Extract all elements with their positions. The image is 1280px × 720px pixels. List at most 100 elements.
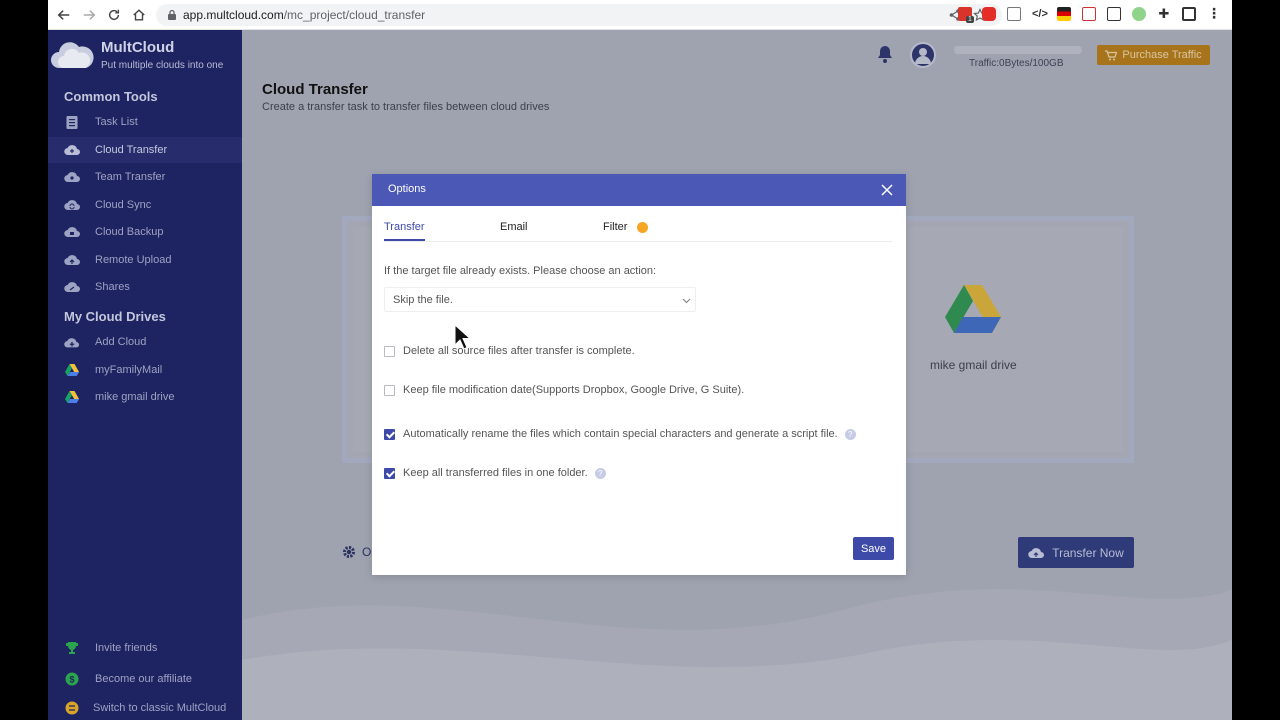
multcloud-logo-icon <box>51 42 94 68</box>
sidebar-item-cloud-transfer[interactable]: Cloud Transfer <box>48 137 242 163</box>
option-auto-rename[interactable]: Automatically rename the files which con… <box>384 428 856 440</box>
brand-logo[interactable]: MultCloud Put multiple clouds into one <box>48 36 242 76</box>
add-cloud-icon <box>64 334 80 350</box>
address-bar[interactable]: app.multcloud.com/mc_project/cloud_trans… <box>156 4 1002 26</box>
help-icon[interactable]: ? <box>594 467 606 479</box>
tab-email[interactable]: Email <box>500 221 528 233</box>
browser-menu-icon[interactable]: ⋮ <box>1207 6 1221 21</box>
sidebar-item-affiliate[interactable]: $ Become our affiliate <box>48 666 242 692</box>
checkbox[interactable] <box>384 384 395 396</box>
target-drive-name[interactable]: mike gmail drive <box>930 358 1017 372</box>
purchase-traffic-button[interactable]: Purchase Traffic <box>1097 45 1210 65</box>
gear-icon <box>343 546 355 558</box>
user-avatar[interactable] <box>910 42 936 68</box>
home-icon[interactable] <box>129 5 149 25</box>
sidebar-item-switch-classic[interactable]: Switch to classic MultCloud <box>48 695 242 720</box>
google-drive-icon <box>64 362 80 378</box>
reload-icon[interactable] <box>104 5 124 25</box>
sidebar-item-label: Remote Upload <box>95 254 172 266</box>
close-icon[interactable] <box>880 183 894 197</box>
page-title: Cloud Transfer <box>262 81 368 98</box>
sidebar-item-myfamilymail[interactable]: myFamilyMail <box>48 357 242 383</box>
dialog-header: Options <box>372 174 906 206</box>
cart-icon <box>1105 49 1118 60</box>
cloud-transfer-icon <box>64 142 80 158</box>
shares-icon <box>64 279 80 295</box>
sidebar-item-team-transfer[interactable]: Team Transfer <box>48 164 242 190</box>
purchase-traffic-label: Purchase Traffic <box>1122 49 1202 61</box>
browser-toolbar: app.multcloud.com/mc_project/cloud_trans… <box>48 0 1232 30</box>
dollar-icon: $ <box>64 671 80 687</box>
sidebar-item-shares[interactable]: Shares <box>48 274 242 300</box>
extension-green-icon[interactable] <box>1132 7 1146 21</box>
brand-name: MultCloud <box>101 39 175 56</box>
sidebar-item-add-cloud[interactable]: Add Cloud <box>48 329 242 355</box>
sidebar-item-invite-friends[interactable]: Invite friends <box>48 635 242 661</box>
extension-news-icon[interactable] <box>1107 7 1121 21</box>
file-exists-action-select[interactable]: Skip the file. <box>384 287 696 312</box>
active-tab-indicator <box>384 239 425 241</box>
select-value: Skip the file. <box>393 294 453 306</box>
page-subtitle: Create a transfer task to transfer files… <box>262 101 550 113</box>
common-tools-title: Common Tools <box>64 89 158 104</box>
options-dialog: Options Transfer Email Filter If the tar… <box>372 174 906 575</box>
sidebar-item-mike-gmail-drive[interactable]: mike gmail drive <box>48 384 242 410</box>
sidebar-item-label: Shares <box>95 281 130 293</box>
option-keep-modification-date[interactable]: Keep file modification date(Supports Dro… <box>384 384 744 396</box>
help-icon[interactable]: ? <box>844 428 856 440</box>
cloud-backup-icon <box>64 224 80 240</box>
back-icon[interactable] <box>54 5 74 25</box>
sidebar-item-label: Team Transfer <box>95 171 166 183</box>
sidebar-item-label: Cloud Sync <box>95 199 152 211</box>
extension-badge: 1 <box>966 16 974 23</box>
save-button[interactable]: Save <box>853 537 894 560</box>
google-drive-icon[interactable] <box>945 285 1001 333</box>
options-link[interactable]: O <box>342 545 371 559</box>
option-label: Automatically rename the files which con… <box>403 428 838 440</box>
sidebar-item-cloud-backup[interactable]: Cloud Backup <box>48 219 242 245</box>
forward-icon[interactable] <box>79 5 99 25</box>
transfer-now-label: Transfer Now <box>1052 545 1124 560</box>
mouse-cursor-icon <box>454 324 470 350</box>
account-email-blurred <box>954 46 1082 54</box>
clipboard-icon <box>64 114 80 130</box>
user-icon <box>915 48 931 64</box>
option-label: Keep all transferred files in one folder… <box>403 467 588 479</box>
notification-bell-icon[interactable] <box>875 44 895 64</box>
svg-text:$: $ <box>69 675 74 685</box>
traffic-usage: Traffic:0Bytes/100GB <box>969 58 1064 69</box>
checkbox[interactable] <box>384 345 395 357</box>
side-panel-icon[interactable] <box>1182 7 1196 21</box>
sidebar-item-label: Become our affiliate <box>95 673 193 685</box>
tab-filter[interactable]: Filter <box>603 221 627 233</box>
lock-icon <box>168 9 176 20</box>
sidebar-item-label: Task List <box>95 116 138 128</box>
option-keep-one-folder[interactable]: Keep all transferred files in one folder… <box>384 467 606 479</box>
google-drive-icon <box>64 389 80 405</box>
extension-flag-icon[interactable] <box>1057 7 1071 21</box>
transfer-now-button[interactable]: Transfer Now <box>1018 537 1134 568</box>
extension-youtube-icon[interactable] <box>982 7 996 21</box>
checkbox-checked[interactable] <box>384 428 395 440</box>
background-wave <box>242 589 1232 720</box>
option-delete-source[interactable]: Delete all source files after transfer i… <box>384 345 635 357</box>
cloud-upload-icon <box>1028 547 1045 558</box>
option-label: Keep file modification date(Supports Dro… <box>403 384 745 396</box>
switch-icon <box>64 700 80 716</box>
trophy-icon <box>64 640 80 656</box>
sidebar-item-cloud-sync[interactable]: Cloud Sync <box>48 192 242 218</box>
tab-transfer[interactable]: Transfer <box>384 221 425 233</box>
sidebar-item-remote-upload[interactable]: Remote Upload <box>48 247 242 273</box>
sidebar: MultCloud Put multiple clouds into one C… <box>48 30 242 720</box>
sidebar-item-task-list[interactable]: Task List <box>48 109 242 135</box>
extension-screenshot-icon[interactable] <box>1007 7 1021 21</box>
extensions-puzzle-icon[interactable]: ✚ <box>1157 7 1171 21</box>
option-label: Delete all source files after transfer i… <box>403 345 635 357</box>
checkbox-checked[interactable] <box>384 467 395 479</box>
sidebar-item-label: Invite friends <box>95 642 158 654</box>
extension-record-icon[interactable] <box>1082 7 1096 21</box>
remote-upload-icon <box>64 252 80 268</box>
sidebar-item-label: Cloud Transfer <box>95 144 168 156</box>
premium-star-icon <box>637 222 648 233</box>
extension-code-icon[interactable]: </> <box>1032 7 1048 21</box>
